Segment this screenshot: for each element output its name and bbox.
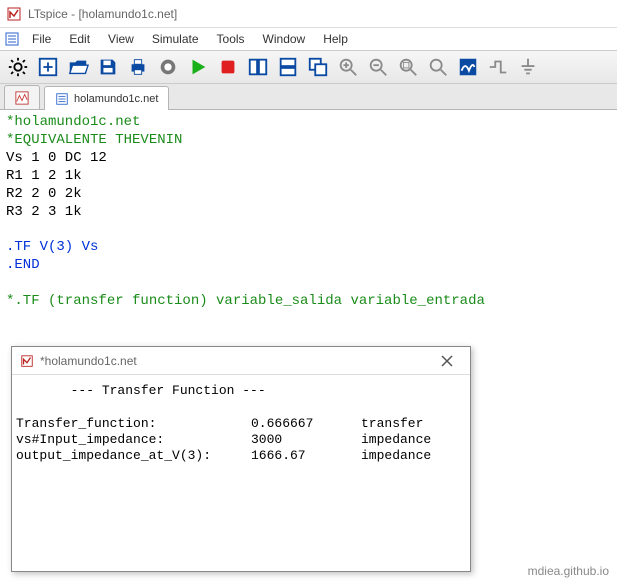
ltspice-small-icon bbox=[20, 354, 34, 368]
menu-file[interactable]: File bbox=[24, 30, 59, 48]
waveform-icon bbox=[15, 91, 29, 105]
menu-simulate[interactable]: Simulate bbox=[144, 30, 207, 48]
code-line: *.TF (transfer function) variable_salida… bbox=[6, 293, 485, 309]
zoom-area-icon[interactable] bbox=[396, 55, 420, 79]
zoom-out-icon[interactable] bbox=[366, 55, 390, 79]
output-header: --- Transfer Function --- bbox=[16, 383, 266, 398]
code-line: R2 2 0 2k bbox=[6, 186, 82, 202]
open-icon[interactable] bbox=[66, 55, 90, 79]
code-line: .TF V(3) Vs bbox=[6, 239, 98, 255]
menu-edit[interactable]: Edit bbox=[61, 30, 98, 48]
code-line: *holamundo1c.net bbox=[6, 114, 140, 130]
zoom-in-icon[interactable] bbox=[336, 55, 360, 79]
print-icon[interactable] bbox=[126, 55, 150, 79]
wire-icon[interactable] bbox=[486, 55, 510, 79]
doc-icon bbox=[55, 92, 69, 106]
new-schematic-icon[interactable] bbox=[36, 55, 60, 79]
stop-icon[interactable] bbox=[216, 55, 240, 79]
cascade-icon[interactable] bbox=[306, 55, 330, 79]
toolbar bbox=[0, 50, 617, 84]
watermark: mdiea.github.io bbox=[528, 564, 609, 578]
tile-vertical-icon[interactable] bbox=[246, 55, 270, 79]
titlebar: LTspice - [holamundo1c.net] bbox=[0, 0, 617, 28]
tab-label: holamundo1c.net bbox=[74, 93, 158, 105]
tabbar: holamundo1c.net bbox=[0, 84, 617, 110]
zoom-fit-icon[interactable] bbox=[426, 55, 450, 79]
save-icon[interactable] bbox=[96, 55, 120, 79]
settings-icon[interactable] bbox=[6, 55, 30, 79]
output-row: output_impedance_at_V(3):1666.67impedanc… bbox=[16, 448, 431, 463]
tab-waveform[interactable] bbox=[4, 85, 40, 109]
tab-netlist[interactable]: holamundo1c.net bbox=[44, 86, 169, 110]
code-line: R1 1 2 1k bbox=[6, 168, 82, 184]
autorange-icon[interactable] bbox=[456, 55, 480, 79]
output-titlebar[interactable]: *holamundo1c.net bbox=[12, 347, 470, 375]
menu-window[interactable]: Window bbox=[255, 30, 314, 48]
output-body: --- Transfer Function --- Transfer_funct… bbox=[12, 375, 470, 571]
document-icon bbox=[4, 31, 20, 47]
code-line: .END bbox=[6, 257, 40, 273]
tile-horizontal-icon[interactable] bbox=[276, 55, 300, 79]
output-window: *holamundo1c.net --- Transfer Function -… bbox=[11, 346, 471, 572]
editor[interactable]: *holamundo1c.net *EQUIVALENTE THEVENIN V… bbox=[0, 110, 617, 315]
code-line: Vs 1 0 DC 12 bbox=[6, 150, 107, 166]
menu-tools[interactable]: Tools bbox=[209, 30, 253, 48]
window-title: LTspice - [holamundo1c.net] bbox=[28, 7, 177, 21]
output-row: vs#Input_impedance:3000impedance bbox=[16, 432, 431, 447]
code-line: R3 2 3 1k bbox=[6, 204, 82, 220]
close-icon[interactable] bbox=[432, 350, 462, 372]
ltspice-icon bbox=[6, 6, 22, 22]
output-title: *holamundo1c.net bbox=[40, 354, 137, 368]
output-row: Transfer_function:0.666667transfer bbox=[16, 416, 423, 431]
menubar: File Edit View Simulate Tools Window Hel… bbox=[0, 28, 617, 50]
menu-help[interactable]: Help bbox=[315, 30, 356, 48]
menu-view[interactable]: View bbox=[100, 30, 142, 48]
run-icon[interactable] bbox=[186, 55, 210, 79]
code-line: *EQUIVALENTE THEVENIN bbox=[6, 132, 182, 148]
component-icon[interactable] bbox=[156, 55, 180, 79]
ground-icon[interactable] bbox=[516, 55, 540, 79]
